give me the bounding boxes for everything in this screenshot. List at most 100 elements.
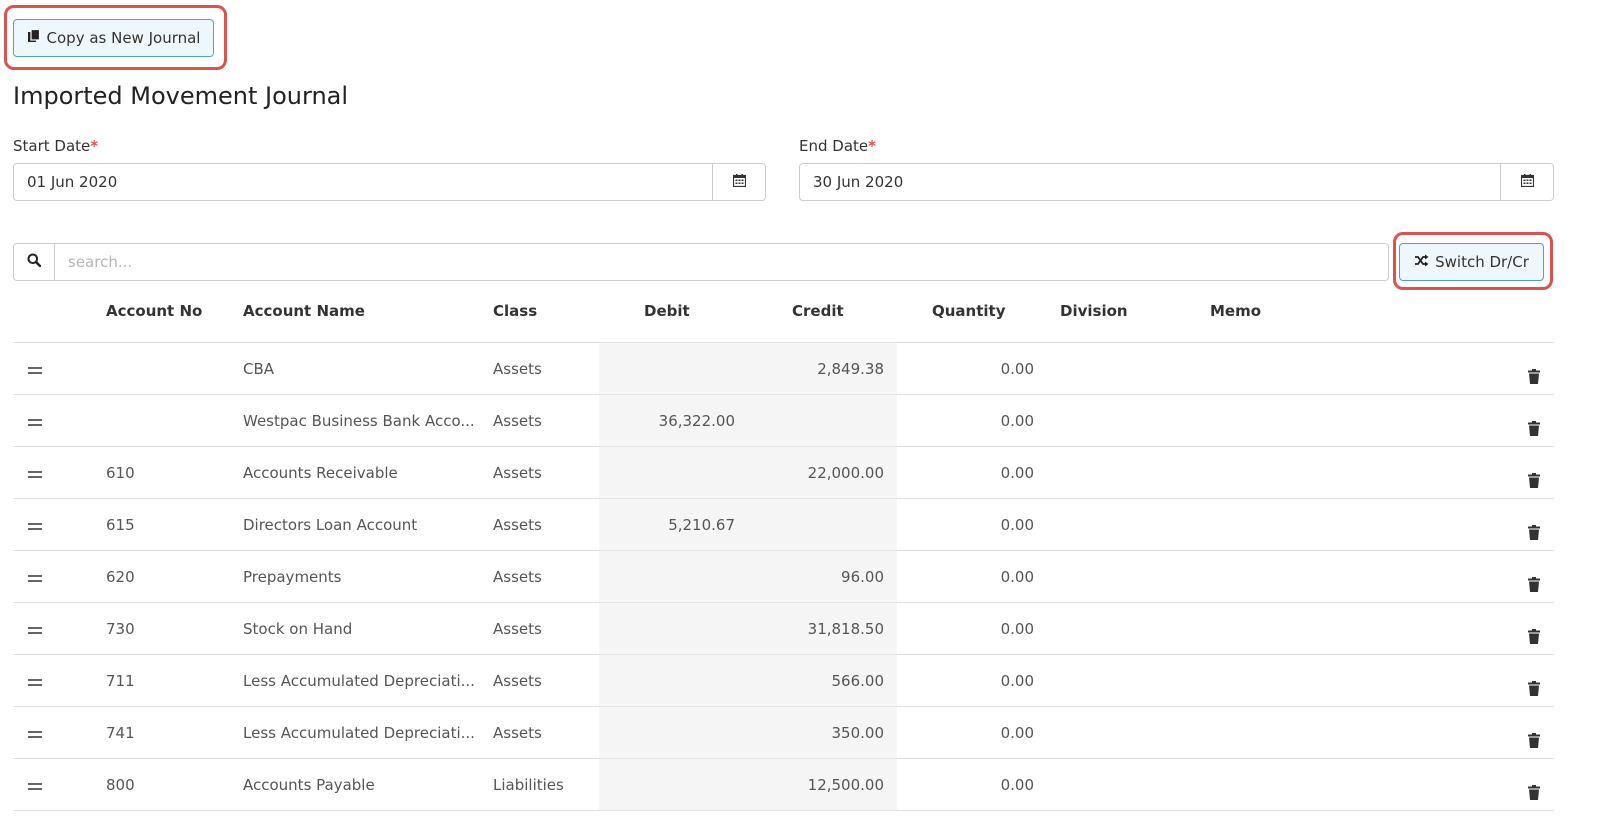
cell-class[interactable]: Assets — [493, 620, 542, 638]
cell-quantity[interactable]: 0.00 — [1001, 360, 1034, 378]
cell-account-no[interactable]: 730 — [106, 620, 135, 638]
header-class[interactable]: Class — [493, 302, 537, 320]
cell-class[interactable]: Assets — [493, 464, 542, 482]
drag-handle-icon[interactable] — [28, 679, 42, 689]
end-date-value[interactable]: 30 Jun 2020 — [800, 164, 1500, 200]
cell-quantity[interactable]: 0.00 — [1001, 568, 1034, 586]
cell-class[interactable]: Assets — [493, 672, 542, 690]
cell-quantity[interactable]: 0.00 — [1001, 516, 1034, 534]
trash-icon[interactable] — [1528, 525, 1540, 544]
cell-account-no[interactable]: 800 — [106, 776, 135, 794]
cell-class[interactable]: Assets — [493, 516, 542, 534]
cell-account-name[interactable]: Directors Loan Account — [243, 516, 417, 534]
trash-icon[interactable] — [1528, 473, 1540, 492]
header-quantity[interactable]: Quantity — [932, 302, 1006, 320]
cell-credit[interactable]: 566.00 — [832, 672, 885, 690]
table-row: 711 Less Accumulated Depreciati... Assets 5… — [13, 655, 1554, 707]
drag-handle-icon[interactable] — [28, 367, 42, 377]
table-row: 800 Accounts Payable Liabilities 12,500.00 0… — [13, 759, 1554, 811]
required-mark: * — [868, 137, 876, 155]
cell-account-name[interactable]: Stock on Hand — [243, 620, 352, 638]
cell-debit[interactable]: 5,210.67 — [668, 516, 735, 534]
end-date-calendar-button[interactable] — [1500, 164, 1553, 200]
table-row: 741 Less Accumulated Depreciati... Assets 3… — [13, 707, 1554, 759]
cell-account-no[interactable]: 620 — [106, 568, 135, 586]
drag-handle-icon[interactable] — [28, 627, 42, 637]
journal-table: Account No Account Name Class Debit Cred… — [13, 291, 1554, 811]
search-input[interactable] — [55, 244, 1388, 280]
start-date-calendar-button[interactable] — [712, 164, 765, 200]
cell-class[interactable]: Assets — [493, 568, 542, 586]
cell-quantity[interactable]: 0.00 — [1001, 464, 1034, 482]
cell-class[interactable]: Assets — [493, 412, 542, 430]
copy-button-label: Copy as New Journal — [46, 29, 201, 47]
start-date-label: Start Date* — [13, 137, 99, 155]
switch-dr-cr-button[interactable]: Switch Dr/Cr — [1399, 243, 1544, 281]
cell-account-name[interactable]: Westpac Business Bank Acco... — [243, 412, 475, 430]
cell-quantity[interactable]: 0.00 — [1001, 412, 1034, 430]
cell-quantity[interactable]: 0.00 — [1001, 620, 1034, 638]
table-header: Account No Account Name Class Debit Cred… — [13, 291, 1554, 343]
search-bar — [13, 243, 1389, 281]
cell-account-name[interactable]: Prepayments — [243, 568, 341, 586]
cell-account-no[interactable]: 615 — [106, 516, 135, 534]
cell-credit[interactable]: 2,849.38 — [817, 360, 884, 378]
drag-handle-icon[interactable] — [28, 419, 42, 429]
calendar-icon — [732, 173, 746, 191]
cell-account-name[interactable]: Accounts Payable — [243, 776, 375, 794]
trash-icon[interactable] — [1528, 681, 1540, 700]
drag-handle-icon[interactable] — [28, 575, 42, 585]
header-memo[interactable]: Memo — [1210, 302, 1261, 320]
trash-icon[interactable] — [1528, 629, 1540, 648]
drag-handle-icon[interactable] — [28, 731, 42, 741]
drag-handle-icon[interactable] — [28, 471, 42, 481]
cell-account-no[interactable]: 741 — [106, 724, 135, 742]
start-date-field[interactable]: 01 Jun 2020 — [13, 163, 766, 201]
table-row: 610 Accounts Receivable Assets 22,000.00 0.0… — [13, 447, 1554, 499]
header-debit[interactable]: Debit — [644, 302, 690, 320]
table-body: CBA Assets 2,849.38 0.00 Westpac Business Ba… — [13, 343, 1554, 811]
cell-account-name[interactable]: Less Accumulated Depreciati... — [243, 672, 475, 690]
trash-icon[interactable] — [1528, 733, 1540, 752]
trash-icon[interactable] — [1528, 785, 1540, 804]
cell-class[interactable]: Assets — [493, 360, 542, 378]
table-row: Westpac Business Bank Acco... Assets 36,32… — [13, 395, 1554, 447]
drag-handle-icon[interactable] — [28, 523, 42, 533]
cell-quantity[interactable]: 0.00 — [1001, 672, 1034, 690]
cell-credit[interactable]: 12,500.00 — [808, 776, 884, 794]
cell-class[interactable]: Assets — [493, 724, 542, 742]
cell-account-no[interactable]: 610 — [106, 464, 135, 482]
cell-credit[interactable]: 350.00 — [832, 724, 885, 742]
start-date-value[interactable]: 01 Jun 2020 — [14, 164, 712, 200]
trash-icon[interactable] — [1528, 421, 1540, 440]
drag-handle-icon[interactable] — [28, 783, 42, 793]
header-account-no[interactable]: Account No — [106, 302, 202, 320]
header-account-name[interactable]: Account Name — [243, 302, 365, 320]
copy-icon — [27, 28, 41, 47]
debit-column-shade — [599, 395, 897, 446]
page-title: Imported Movement Journal — [13, 82, 349, 110]
calendar-icon — [1520, 173, 1534, 191]
cell-account-name[interactable]: Less Accumulated Depreciati... — [243, 724, 475, 742]
table-row: 620 Prepayments Assets 96.00 0.00 — [13, 551, 1554, 603]
cell-account-name[interactable]: CBA — [243, 360, 274, 378]
table-row: CBA Assets 2,849.38 0.00 — [13, 343, 1554, 395]
cell-credit[interactable]: 22,000.00 — [808, 464, 884, 482]
cell-account-name[interactable]: Accounts Receivable — [243, 464, 398, 482]
cell-credit[interactable]: 96.00 — [841, 568, 884, 586]
shuffle-icon — [1414, 253, 1429, 271]
cell-credit[interactable]: 31,818.50 — [808, 620, 884, 638]
header-division[interactable]: Division — [1060, 302, 1128, 320]
header-credit[interactable]: Credit — [792, 302, 844, 320]
end-date-field[interactable]: 30 Jun 2020 — [799, 163, 1554, 201]
trash-icon[interactable] — [1528, 369, 1540, 388]
cell-quantity[interactable]: 0.00 — [1001, 776, 1034, 794]
cell-quantity[interactable]: 0.00 — [1001, 724, 1034, 742]
trash-icon[interactable] — [1528, 577, 1540, 596]
search-button[interactable] — [14, 244, 55, 280]
cell-class[interactable]: Liabilities — [493, 776, 564, 794]
cell-account-no[interactable]: 711 — [106, 672, 135, 690]
cell-debit[interactable]: 36,322.00 — [659, 412, 735, 430]
copy-as-new-journal-button[interactable]: Copy as New Journal — [13, 19, 214, 57]
table-row: 730 Stock on Hand Assets 31,818.50 0.00 — [13, 603, 1554, 655]
